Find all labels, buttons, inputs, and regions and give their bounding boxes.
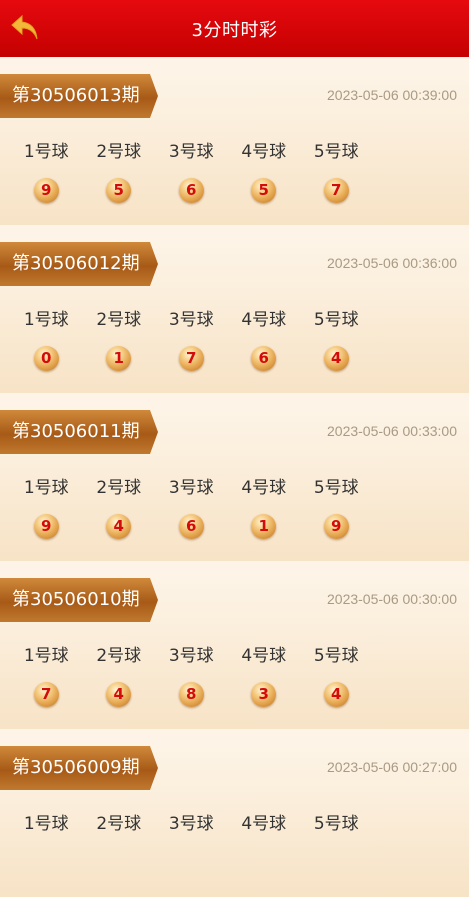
lottery-ball: 4 — [106, 514, 132, 539]
draw-item: 第30506013期 2023-05-06 00:39:00 1号球 2号球 3… — [0, 73, 469, 225]
draw-header: 第30506013期 2023-05-06 00:39:00 — [0, 73, 469, 119]
lottery-ball: 0 — [33, 346, 59, 371]
ball-label: 5号球 — [313, 478, 359, 498]
lottery-ball: 7 — [33, 682, 59, 707]
back-button[interactable] — [10, 14, 42, 44]
draw-item: 第30506012期 2023-05-06 00:36:00 1号球 2号球 3… — [0, 241, 469, 393]
ball-label: 1号球 — [23, 814, 69, 834]
ball-label: 4号球 — [241, 814, 287, 834]
ball-label: 3号球 — [168, 142, 214, 162]
lottery-ball: 4 — [323, 346, 349, 371]
lottery-ball: 4 — [323, 682, 349, 707]
ball-label: 3号球 — [168, 478, 214, 498]
draw-time: 2023-05-06 00:36:00 — [327, 255, 457, 271]
back-arrow-icon — [11, 14, 38, 40]
ball-label: 3号球 — [168, 814, 214, 834]
draw-time: 2023-05-06 00:27:00 — [327, 759, 457, 775]
lottery-ball: 6 — [251, 346, 277, 371]
issue-tag: 第30506009期 — [0, 746, 158, 790]
lottery-ball: 6 — [178, 514, 204, 539]
ball-label: 2号球 — [96, 310, 142, 330]
ball-row: 0 1 7 6 4 — [0, 346, 469, 371]
lottery-ball: 7 — [323, 178, 349, 203]
ball-labels: 1号球 2号球 3号球 4号球 5号球 — [0, 473, 469, 498]
ball-label: 3号球 — [168, 310, 214, 330]
page-title: 3分时时彩 — [191, 19, 278, 41]
lottery-ball: 3 — [251, 682, 277, 707]
draw-item: 第30506011期 2023-05-06 00:33:00 1号球 2号球 3… — [0, 409, 469, 561]
draw-item: 第30506009期 2023-05-06 00:27:00 1号球 2号球 3… — [0, 745, 469, 897]
ball-label: 4号球 — [241, 478, 287, 498]
ball-labels: 1号球 2号球 3号球 4号球 5号球 — [0, 305, 469, 330]
draw-header: 第30506009期 2023-05-06 00:27:00 — [0, 745, 469, 791]
ball-row: 9 4 6 1 9 — [0, 514, 469, 539]
lottery-ball: 6 — [178, 178, 204, 203]
draw-time: 2023-05-06 00:39:00 — [327, 87, 457, 103]
ball-label: 1号球 — [23, 478, 69, 498]
lottery-ball: 4 — [106, 682, 132, 707]
lottery-ball: 9 — [323, 514, 349, 539]
draw-header: 第30506012期 2023-05-06 00:36:00 — [0, 241, 469, 287]
ball-row: 7 4 8 3 4 — [0, 682, 469, 707]
ball-label: 4号球 — [241, 142, 287, 162]
lottery-ball: 1 — [251, 514, 277, 539]
draw-time: 2023-05-06 00:33:00 — [327, 423, 457, 439]
ball-label: 4号球 — [241, 646, 287, 666]
draw-list: 第30506013期 2023-05-06 00:39:00 1号球 2号球 3… — [0, 57, 469, 897]
ball-label: 5号球 — [313, 814, 359, 834]
ball-label: 5号球 — [313, 310, 359, 330]
ball-label: 5号球 — [313, 142, 359, 162]
ball-label: 5号球 — [313, 646, 359, 666]
ball-label: 1号球 — [23, 646, 69, 666]
draw-header: 第30506010期 2023-05-06 00:30:00 — [0, 577, 469, 623]
issue-tag: 第30506013期 — [0, 74, 158, 118]
lottery-ball: 7 — [178, 346, 204, 371]
draw-item: 第30506010期 2023-05-06 00:30:00 1号球 2号球 3… — [0, 577, 469, 729]
ball-labels: 1号球 2号球 3号球 4号球 5号球 — [0, 641, 469, 666]
lottery-ball: 8 — [178, 682, 204, 707]
ball-label: 2号球 — [96, 814, 142, 834]
ball-label: 3号球 — [168, 646, 214, 666]
lottery-ball: 1 — [106, 346, 132, 371]
ball-labels: 1号球 2号球 3号球 4号球 5号球 — [0, 809, 469, 834]
app-header: 3分时时彩 — [0, 0, 469, 57]
issue-tag: 第30506010期 — [0, 578, 158, 622]
ball-label: 1号球 — [23, 142, 69, 162]
issue-tag: 第30506011期 — [0, 410, 158, 454]
ball-row: 9 5 6 5 7 — [0, 178, 469, 203]
ball-label: 2号球 — [96, 478, 142, 498]
issue-tag: 第30506012期 — [0, 242, 158, 286]
lottery-ball: 9 — [33, 178, 59, 203]
ball-label: 4号球 — [241, 310, 287, 330]
draw-time: 2023-05-06 00:30:00 — [327, 591, 457, 607]
ball-label: 2号球 — [96, 142, 142, 162]
lottery-ball: 5 — [251, 178, 277, 203]
ball-labels: 1号球 2号球 3号球 4号球 5号球 — [0, 137, 469, 162]
draw-header: 第30506011期 2023-05-06 00:33:00 — [0, 409, 469, 455]
lottery-ball: 5 — [106, 178, 132, 203]
ball-label: 2号球 — [96, 646, 142, 666]
lottery-ball: 9 — [33, 514, 59, 539]
ball-label: 1号球 — [23, 310, 69, 330]
